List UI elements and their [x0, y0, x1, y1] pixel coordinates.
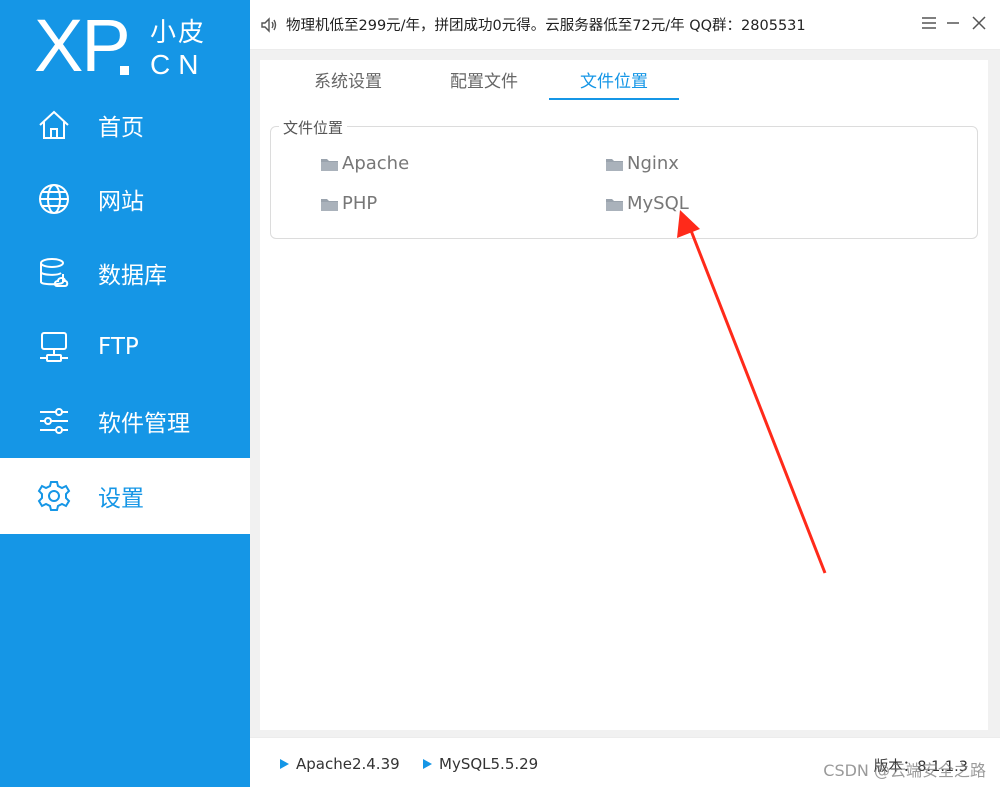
sidebar-item-home[interactable]: 首页 [0, 88, 250, 162]
sidebar-item-label: 首页 [98, 115, 144, 141]
gear-icon [36, 478, 72, 514]
sidebar: XP 小皮 CN 首页 网站 数据库 FTP 软件管理 设置 [0, 0, 250, 787]
sidebar-item-software[interactable]: 软件管理 [0, 384, 250, 458]
home-icon [36, 107, 72, 143]
sliders-icon [36, 403, 72, 439]
apache-service-status[interactable]: Apache2.4.39 [280, 755, 400, 773]
database-icon [36, 255, 72, 291]
folder-icon [321, 158, 338, 171]
tab-file-locations[interactable]: 文件位置 [549, 68, 679, 100]
sidebar-nav: 首页 网站 数据库 FTP 软件管理 设置 [0, 88, 250, 534]
sidebar-item-label: 数据库 [98, 263, 167, 289]
play-icon [280, 759, 289, 769]
php-folder-link[interactable]: PHP [321, 193, 377, 214]
apache-folder-link[interactable]: Apache [321, 153, 409, 174]
logo-dot [120, 66, 129, 75]
status-bar: Apache2.4.39 MySQL5.5.29 版本：8.1.1.3 CSDN… [250, 737, 1000, 787]
sidebar-item-label: 网站 [98, 189, 144, 215]
sidebar-item-label: 设置 [98, 486, 144, 512]
menu-icon[interactable] [920, 14, 938, 32]
sidebar-item-settings[interactable]: 设置 [0, 458, 250, 534]
tab-system-settings[interactable]: 系统设置 [288, 68, 408, 100]
speaker-icon [261, 16, 277, 33]
ftp-icon [36, 329, 72, 365]
sidebar-item-database[interactable]: 数据库 [0, 236, 250, 310]
sidebar-item-website[interactable]: 网站 [0, 162, 250, 236]
header-bar: 物理机低至299元/年，拼团成功0元得。云服务器低至72元/年 QQ群：2805… [250, 0, 1000, 50]
play-icon [423, 759, 432, 769]
sidebar-item-label: 软件管理 [98, 411, 190, 437]
sidebar-item-ftp[interactable]: FTP [0, 310, 250, 384]
tab-config-files[interactable]: 配置文件 [424, 68, 544, 100]
settings-panel: 系统设置 配置文件 文件位置 文件位置 Apache Nginx PHP MyS… [260, 60, 988, 730]
main-area: 系统设置 配置文件 文件位置 文件位置 Apache Nginx PHP MyS… [250, 50, 1000, 737]
announcement-text[interactable]: 物理机低至299元/年，拼团成功0元得。云服务器低至72元/年 QQ群：2805… [286, 14, 806, 35]
folder-icon [606, 158, 623, 171]
mysql-service-status[interactable]: MySQL5.5.29 [423, 755, 538, 773]
nginx-folder-link[interactable]: Nginx [606, 153, 679, 174]
logo-cn-top: 小皮 [150, 18, 207, 48]
globe-icon [36, 181, 72, 217]
file-locations-group: 文件位置 Apache Nginx PHP MySQL [270, 117, 978, 239]
minimize-icon[interactable] [944, 14, 962, 32]
watermark-text: CSDN @云端安全之路 [823, 761, 986, 780]
folder-icon [606, 198, 623, 211]
logo-cn-bottom: CN [150, 49, 207, 80]
sidebar-item-label: FTP [98, 334, 139, 360]
tab-bar: 系统设置 配置文件 文件位置 [260, 60, 988, 100]
close-icon[interactable] [970, 14, 988, 32]
group-legend: 文件位置 [279, 117, 348, 138]
folder-icon [321, 198, 338, 211]
mysql-folder-link[interactable]: MySQL [606, 193, 689, 214]
logo-main-text: XP [34, 4, 131, 87]
